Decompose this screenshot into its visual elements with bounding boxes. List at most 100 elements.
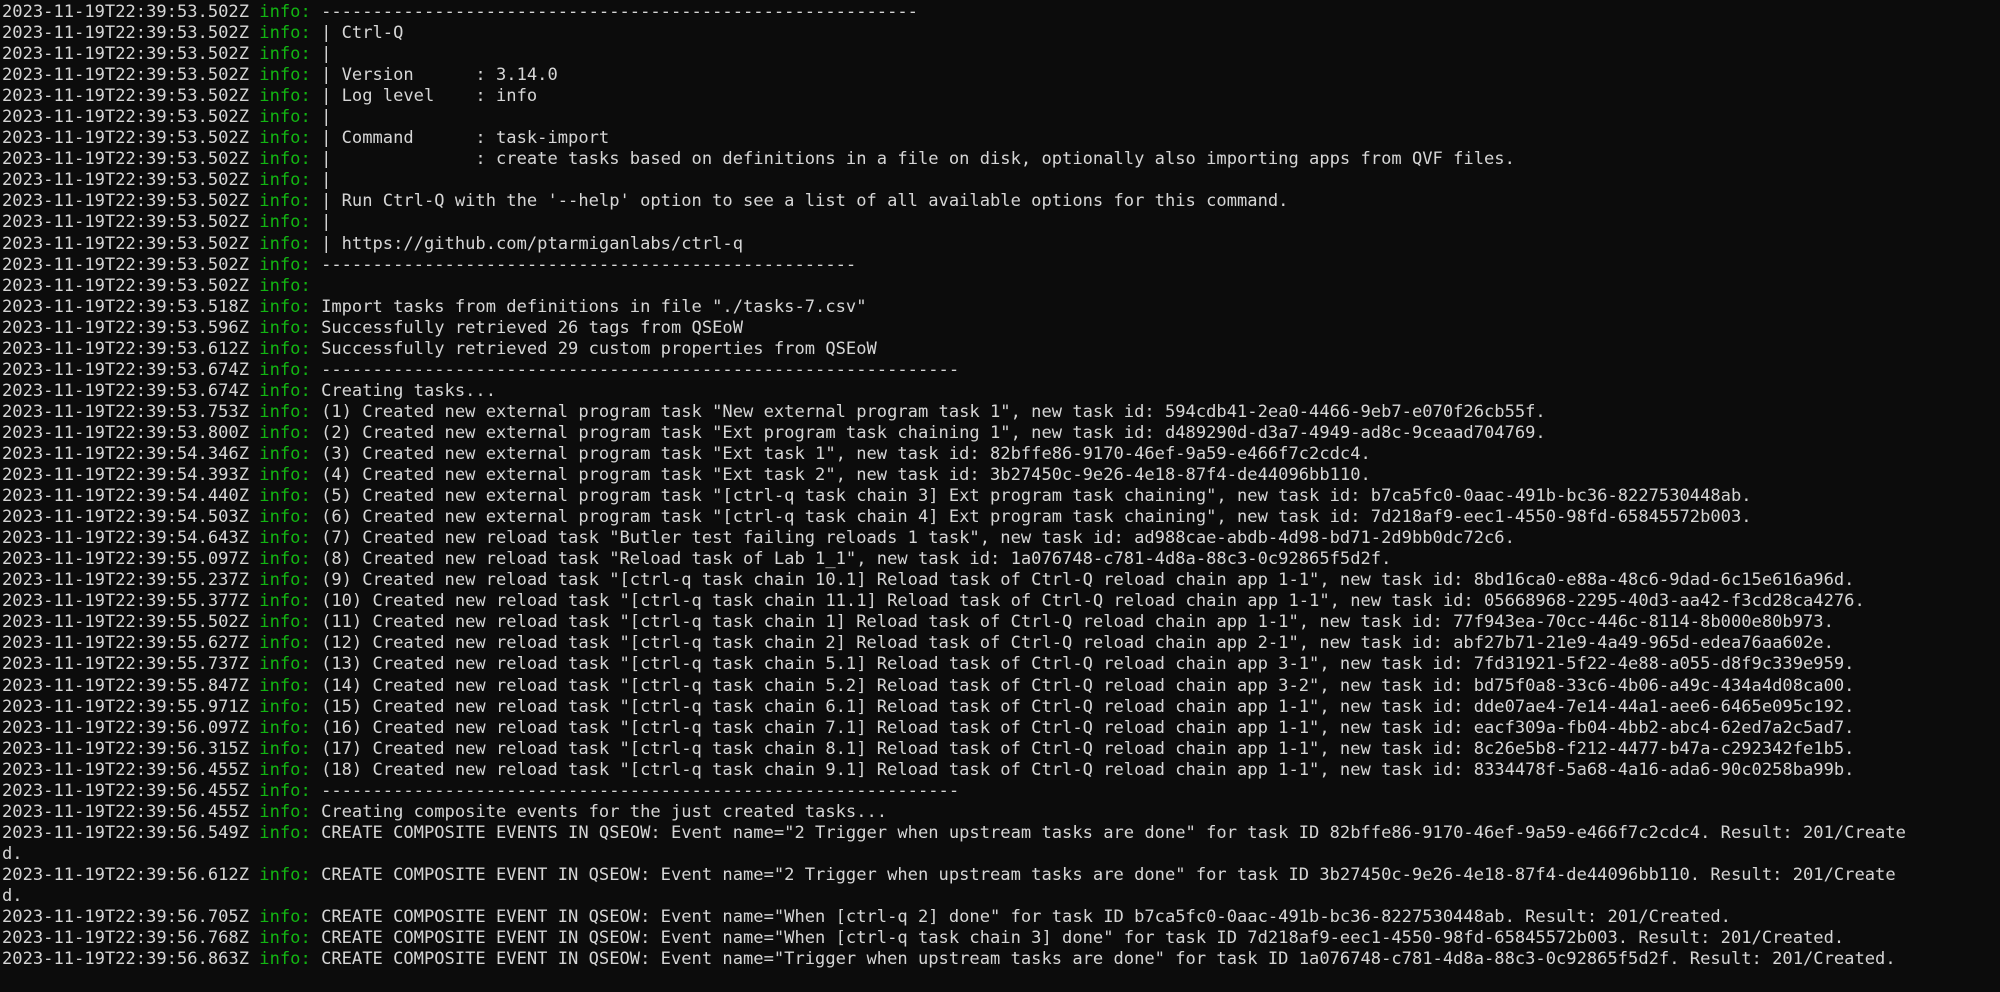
log-timestamp: 2023-11-19T22:39:53.502Z [2,2,249,22]
log-timestamp: 2023-11-19T22:39:53.612Z [2,338,249,359]
log-line: 2023-11-19T22:39:53.612Z info: Successfu… [2,339,2000,360]
log-line: 2023-11-19T22:39:53.502Z info: | Ctrl-Q [2,23,2000,44]
log-timestamp: 2023-11-19T22:39:56.097Z [2,717,249,738]
log-timestamp: 2023-11-19T22:39:54.643Z [2,528,249,549]
log-line: 2023-11-19T22:39:56.097Z info: (16) Crea… [2,718,2000,739]
log-timestamp: 2023-11-19T22:39:53.502Z [2,44,249,65]
log-message: (1) Created new external program task "N… [321,401,1546,422]
log-timestamp: 2023-11-19T22:39:54.393Z [2,465,249,486]
log-timestamp: 2023-11-19T22:39:55.737Z [2,654,249,675]
log-line: 2023-11-19T22:39:55.237Z info: (9) Creat… [2,570,2000,591]
log-message: (13) Created new reload task "[ctrl-q ta… [321,654,1855,675]
log-line: 2023-11-19T22:39:55.971Z info: (15) Crea… [2,697,2000,718]
log-message-continuation: d. [2,843,23,864]
log-line: 2023-11-19T22:39:53.502Z info: | [2,107,2000,128]
log-line: 2023-11-19T22:39:56.455Z info: (18) Crea… [2,760,2000,781]
log-level-badge: info: [259,570,311,591]
log-message: ----------------------------------------… [321,359,960,380]
log-timestamp: 2023-11-19T22:39:53.502Z [2,275,249,296]
log-message: (12) Created new reload task "[ctrl-q ta… [321,633,1834,654]
log-level-badge: info: [259,443,311,464]
log-timestamp: 2023-11-19T22:39:56.455Z [2,759,249,780]
log-line: 2023-11-19T22:39:54.643Z info: (7) Creat… [2,528,2000,549]
log-line: 2023-11-19T22:39:53.502Z info: [2,276,2000,297]
log-level-badge: info: [259,191,311,212]
log-line: 2023-11-19T22:39:53.502Z info: ---------… [2,2,2000,23]
log-level-badge: info: [259,949,311,970]
terminal-output[interactable]: 2023-11-19T22:39:53.502Z info: ---------… [0,0,2000,992]
log-level-badge: info: [259,317,311,338]
log-line: 2023-11-19T22:39:55.847Z info: (14) Crea… [2,676,2000,697]
log-timestamp: 2023-11-19T22:39:56.768Z [2,928,249,949]
log-timestamp: 2023-11-19T22:39:53.502Z [2,170,249,191]
log-timestamp: 2023-11-19T22:39:53.518Z [2,296,249,317]
log-message: CREATE COMPOSITE EVENTS IN QSEOW: Event … [321,822,1906,843]
log-level-badge: info: [259,928,311,949]
log-line: 2023-11-19T22:39:53.502Z info: | [2,212,2000,233]
log-timestamp: 2023-11-19T22:39:56.863Z [2,949,249,970]
log-message: CREATE COMPOSITE EVENT IN QSEOW: Event n… [321,949,1896,970]
log-timestamp: 2023-11-19T22:39:53.502Z [2,128,249,149]
log-timestamp: 2023-11-19T22:39:53.502Z [2,107,249,128]
log-level-badge: info: [259,549,311,570]
log-level-badge: info: [259,380,311,401]
log-line: 2023-11-19T22:39:56.863Z info: CREATE CO… [2,949,2000,970]
log-timestamp: 2023-11-19T22:39:55.237Z [2,570,249,591]
log-message: CREATE COMPOSITE EVENT IN QSEOW: Event n… [321,864,1896,885]
log-level-badge: info: [259,44,311,65]
log-level-badge: info: [259,23,311,44]
log-level-badge: info: [259,633,311,654]
log-message: ----------------------------------------… [321,2,918,22]
log-level-badge: info: [259,907,311,928]
log-line: 2023-11-19T22:39:55.097Z info: (8) Creat… [2,549,2000,570]
log-message: (18) Created new reload task "[ctrl-q ta… [321,759,1855,780]
log-message: ----------------------------------------… [321,254,857,275]
log-level-badge: info: [259,759,311,780]
log-line: 2023-11-19T22:39:54.440Z info: (5) Creat… [2,486,2000,507]
log-message: | [321,44,332,65]
log-message: | [321,212,332,233]
log-timestamp: 2023-11-19T22:39:56.705Z [2,907,249,928]
log-level-badge: info: [259,591,311,612]
log-message: (8) Created new reload task "Reload task… [321,549,1392,570]
log-line: 2023-11-19T22:39:56.612Z info: CREATE CO… [2,865,2000,886]
log-timestamp: 2023-11-19T22:39:53.502Z [2,233,249,254]
log-message: CREATE COMPOSITE EVENT IN QSEOW: Event n… [321,907,1731,928]
log-message: Import tasks from definitions in file ".… [321,296,867,317]
log-line: 2023-11-19T22:39:56.705Z info: CREATE CO… [2,907,2000,928]
log-level-badge: info: [259,401,311,422]
log-timestamp: 2023-11-19T22:39:55.377Z [2,591,249,612]
log-timestamp: 2023-11-19T22:39:53.502Z [2,149,249,170]
log-line: 2023-11-19T22:39:53.674Z info: Creating … [2,381,2000,402]
log-timestamp: 2023-11-19T22:39:54.346Z [2,443,249,464]
log-message: Creating composite events for the just c… [321,801,888,822]
log-line: 2023-11-19T22:39:56.455Z info: ---------… [2,781,2000,802]
log-message: (4) Created new external program task "E… [321,465,1371,486]
log-line: 2023-11-19T22:39:54.346Z info: (3) Creat… [2,444,2000,465]
log-level-badge: info: [259,422,311,443]
log-timestamp: 2023-11-19T22:39:56.612Z [2,864,249,885]
log-message: (5) Created new external program task "[… [321,486,1752,507]
log-line-wrapped: d. [2,844,2000,865]
log-line-wrapped: d. [2,886,2000,907]
log-timestamp: 2023-11-19T22:39:53.502Z [2,254,249,275]
log-message: (3) Created new external program task "E… [321,443,1371,464]
log-line: 2023-11-19T22:39:53.674Z info: ---------… [2,360,2000,381]
log-level-badge: info: [259,254,311,275]
log-level-badge: info: [259,486,311,507]
log-level-badge: info: [259,275,311,296]
log-message: (10) Created new reload task "[ctrl-q ta… [321,591,1865,612]
log-level-badge: info: [259,338,311,359]
log-message: (17) Created new reload task "[ctrl-q ta… [321,738,1855,759]
log-level-badge: info: [259,86,311,107]
log-message: (14) Created new reload task "[ctrl-q ta… [321,675,1855,696]
log-level-badge: info: [259,675,311,696]
log-level-badge: info: [259,212,311,233]
log-line: 2023-11-19T22:39:53.502Z info: | : creat… [2,149,2000,170]
log-level-badge: info: [259,801,311,822]
log-message: | [321,170,332,191]
log-level-badge: info: [259,107,311,128]
log-line: 2023-11-19T22:39:54.393Z info: (4) Creat… [2,465,2000,486]
log-level-badge: info: [259,296,311,317]
log-level-badge: info: [259,780,311,801]
